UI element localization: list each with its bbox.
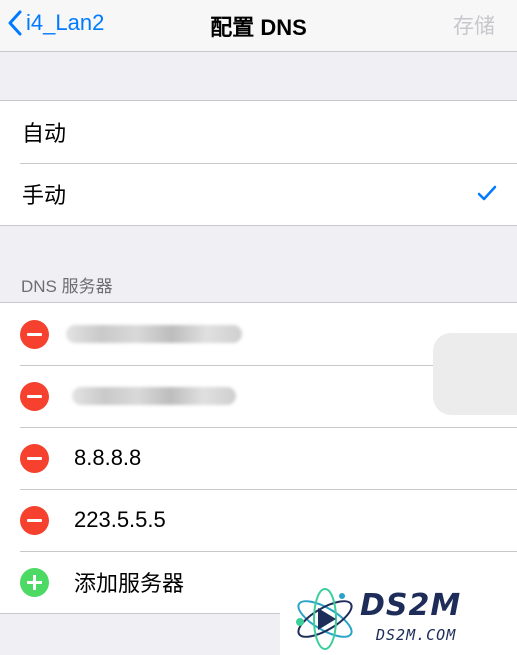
mode-option-manual[interactable]: 手动 <box>0 163 517 225</box>
delete-icon[interactable] <box>20 381 49 411</box>
watermark-subtitle: DS2M.COM <box>376 626 457 644</box>
dns-section-header: DNS 服务器 <box>21 277 113 296</box>
checkmark-icon <box>477 185 497 201</box>
dns-server-address: 223.5.5.5 <box>74 507 166 532</box>
watermark-logo: DS2M DS2M.COM <box>280 582 517 655</box>
page-title: 配置 DNS <box>210 15 307 40</box>
dns-server-row[interactable]: 8.8.8.8 <box>0 427 517 489</box>
redacted-value <box>66 325 242 343</box>
atom-logo-icon <box>296 588 353 650</box>
watermark-title: DS2M <box>360 588 462 623</box>
save-button[interactable]: 存储 <box>453 10 495 40</box>
add-server-label: 添加服务器 <box>74 571 185 596</box>
mode-option-label: 自动 <box>22 121 67 146</box>
redacted-value <box>72 387 236 405</box>
dns-server-address: 8.8.8.8 <box>74 445 142 470</box>
delete-icon[interactable] <box>20 505 49 535</box>
delete-icon[interactable] <box>20 319 49 349</box>
mode-option-auto[interactable]: 自动 <box>0 101 517 163</box>
mode-group: 自动 手动 <box>0 100 517 226</box>
assistive-touch-button[interactable] <box>433 333 517 415</box>
dns-server-row[interactable]: 223.5.5.5 <box>0 489 517 551</box>
mode-option-label: 手动 <box>22 183 67 208</box>
add-icon[interactable] <box>20 567 49 597</box>
navigation-bar: i4_Lan2 配置 DNS 存储 <box>0 0 517 52</box>
delete-icon[interactable] <box>20 443 49 473</box>
